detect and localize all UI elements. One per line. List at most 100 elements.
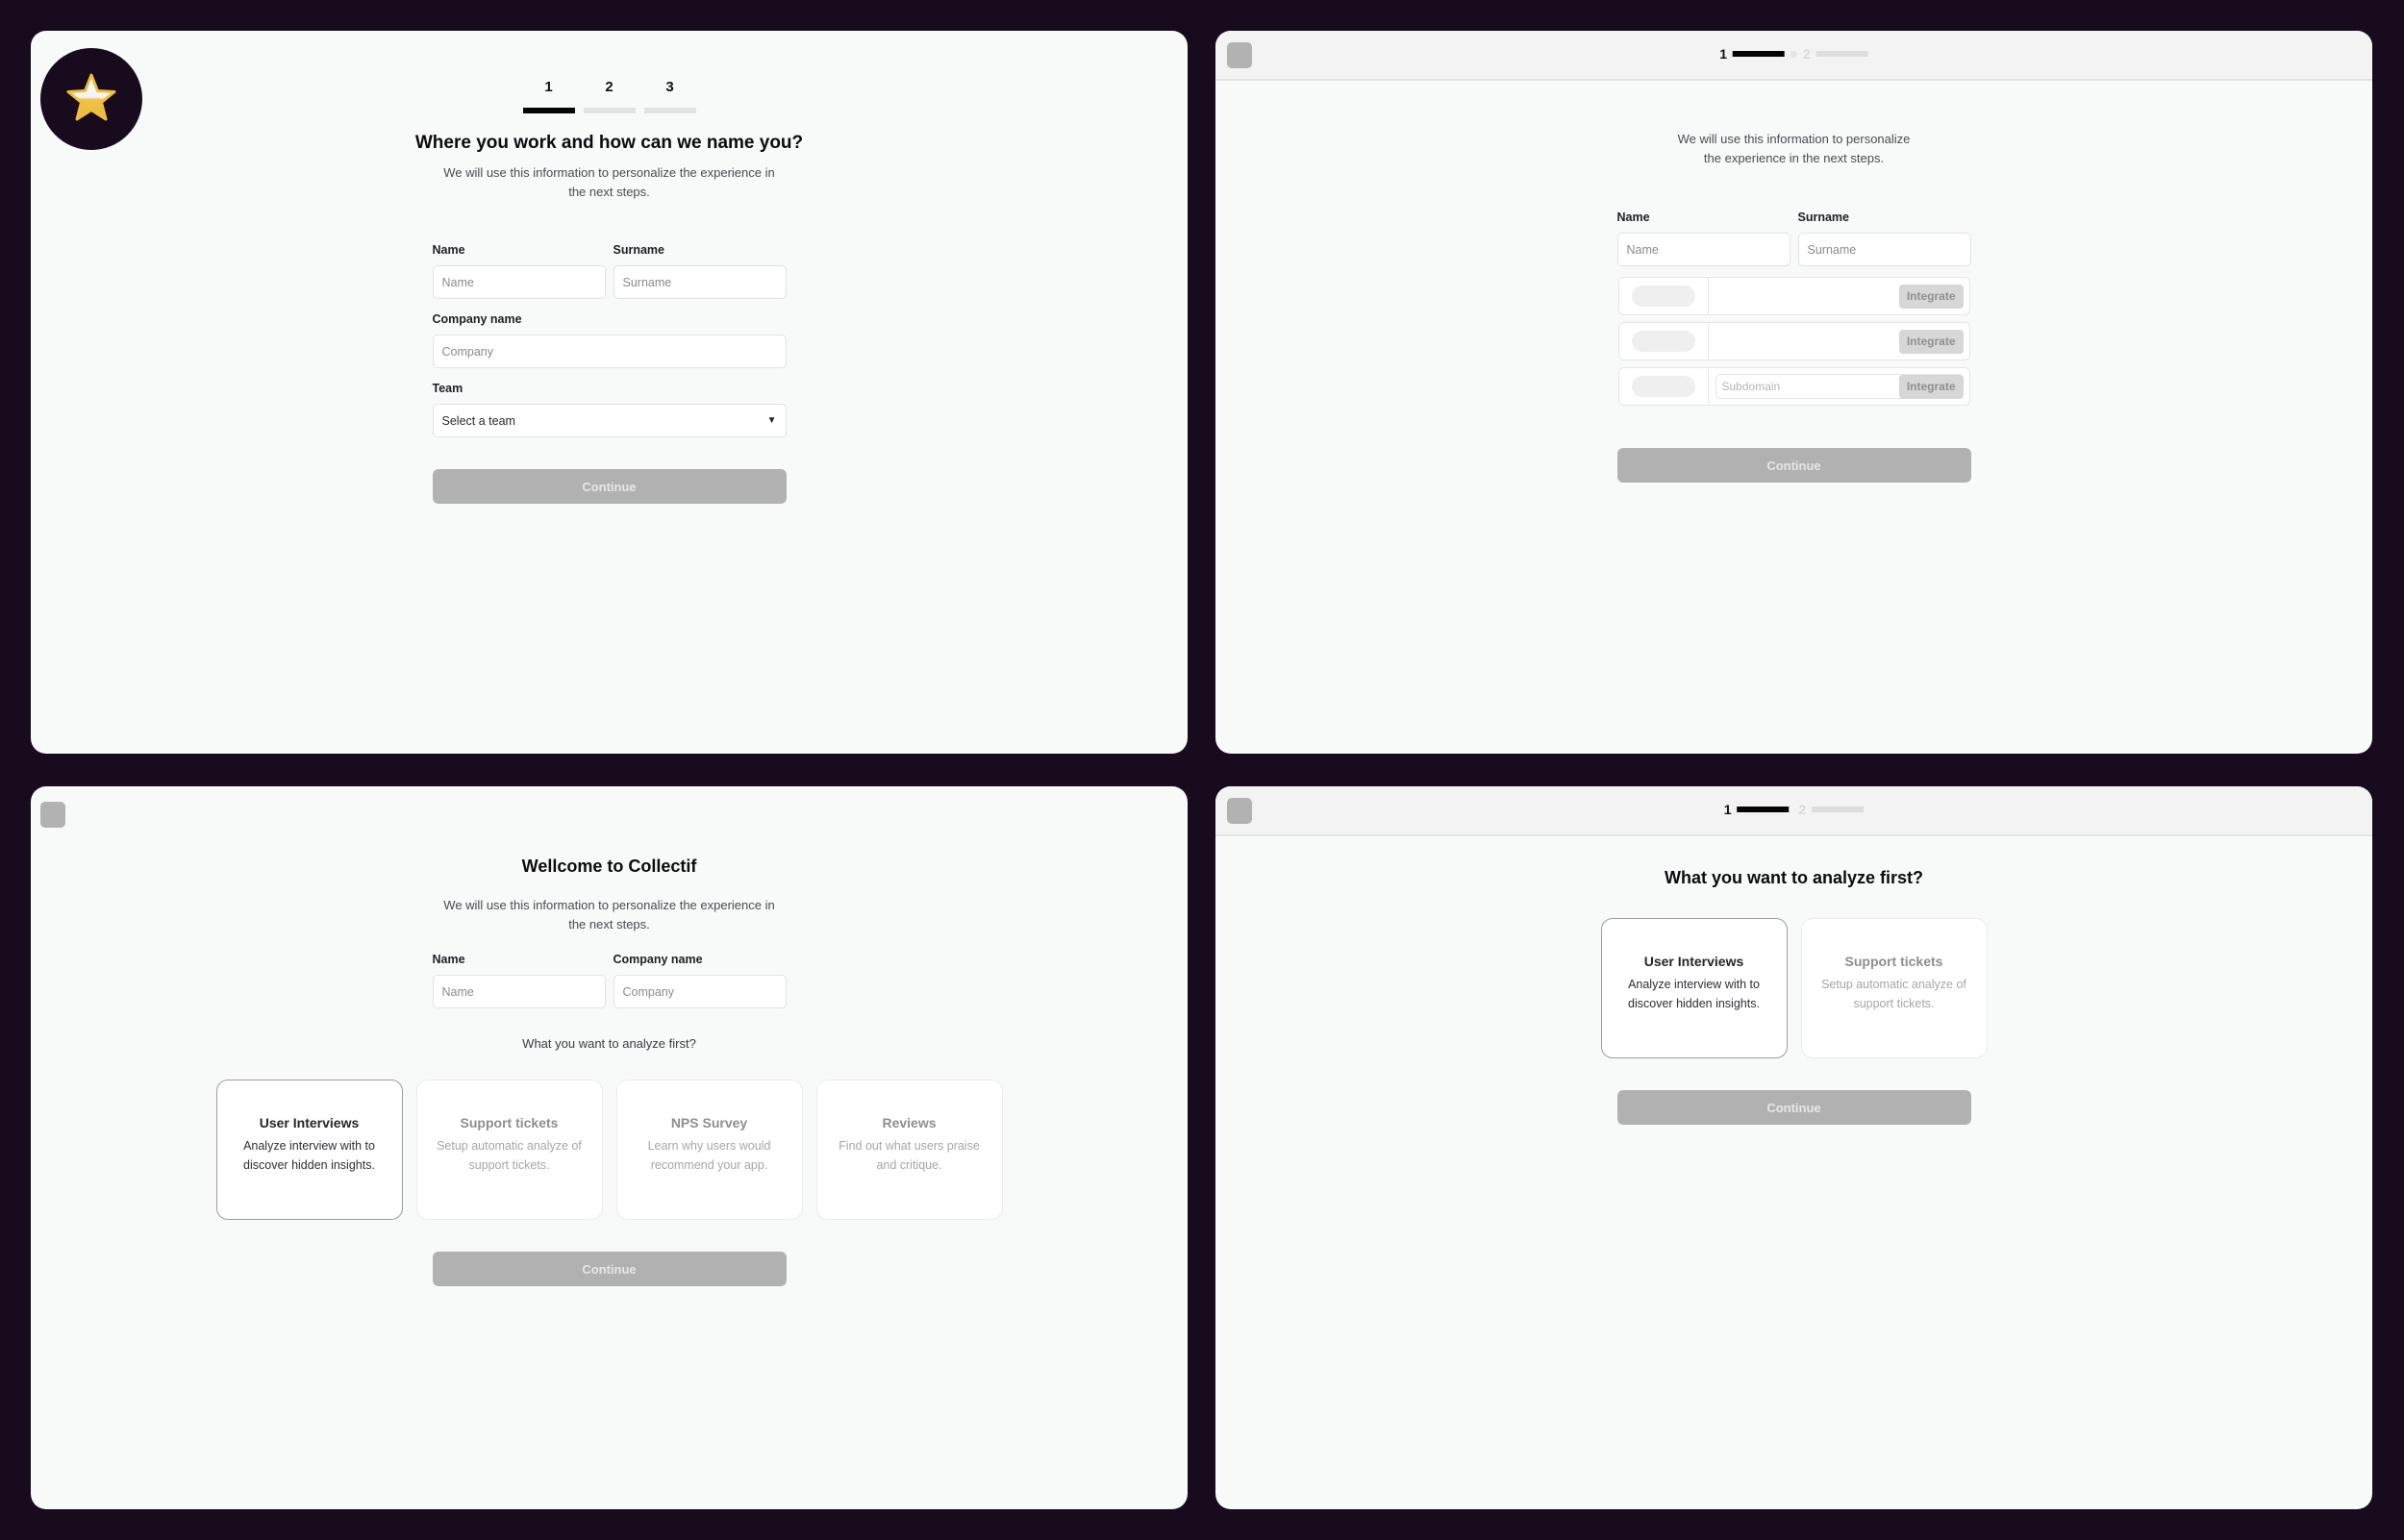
- chevron-down-icon: ▼: [766, 415, 777, 426]
- profile-form: Name Surname Company name Team Select a …: [432, 243, 787, 504]
- company-input[interactable]: [613, 975, 787, 1008]
- step-progress-bar: [522, 108, 575, 113]
- continue-button[interactable]: Continue: [1616, 448, 1971, 483]
- card-title: Support tickets: [1844, 954, 1943, 969]
- subtitle-line: We will use this information to personal…: [443, 898, 775, 912]
- stepper: 1 2 3: [522, 79, 696, 113]
- surname-input[interactable]: [1797, 233, 1971, 266]
- surname-input[interactable]: [613, 265, 787, 299]
- page-subtitle: We will use this information to personal…: [427, 163, 792, 202]
- option-card-support-tickets[interactable]: Support tickets Setup automatic analyze …: [1800, 918, 1988, 1058]
- option-card-support-tickets[interactable]: Support tickets Setup automatic analyze …: [415, 1080, 603, 1220]
- step-separator-dot: [1790, 50, 1797, 58]
- name-input[interactable]: [1616, 233, 1790, 266]
- team-label: Team: [432, 382, 463, 395]
- page-title: What you want to analyze first?: [1664, 868, 1924, 887]
- page-title: Wellcome to Collectif: [521, 857, 697, 876]
- card-description: Analyze interview with to discover hidden…: [243, 1139, 375, 1172]
- subtitle-line: the next steps.: [568, 185, 650, 199]
- integration-row: Integrate: [1617, 322, 1970, 360]
- company-label: Company name: [613, 953, 703, 966]
- continue-wrapper: Continue: [1616, 1090, 1971, 1125]
- step-2[interactable]: 2: [583, 79, 636, 113]
- option-card-reviews[interactable]: Reviews Find out what users praise and cr…: [815, 1080, 1003, 1220]
- integration-logo-placeholder: [1631, 331, 1695, 352]
- onboarding-screen-integrations: 1 2 We will use this information to pers…: [1215, 31, 2372, 754]
- surname-label: Surname: [1797, 211, 1850, 224]
- onboarding-screen-analyze: 1 2 What you want to analyze first? User…: [1215, 786, 2372, 1509]
- team-select-value: Select a team: [441, 413, 515, 428]
- step-number: 1: [1723, 802, 1732, 817]
- subtitle-line: the experience in the next steps.: [1703, 151, 1885, 165]
- step-progress-bar: [1816, 51, 1868, 57]
- card-title: User Interviews: [1643, 954, 1744, 969]
- card-description: Setup automatic analyze of support ticket…: [437, 1139, 582, 1172]
- continue-button[interactable]: Continue: [1616, 1090, 1971, 1125]
- option-card-user-interviews[interactable]: User Interviews Analyze interview with t…: [1600, 918, 1788, 1058]
- welcome-form: Name Company name: [432, 953, 787, 1008]
- card-description: Setup automatic analyze of support ticket…: [1821, 978, 1966, 1010]
- subtitle-line: the next steps.: [568, 917, 650, 931]
- step-number: 1: [1719, 46, 1727, 62]
- subtitle-line: We will use this information to personal…: [1677, 132, 1911, 146]
- onboarding-screen-welcome: Wellcome to Collectif We will use this i…: [31, 786, 1188, 1509]
- app-logo: [40, 48, 142, 150]
- company-label: Company name: [432, 312, 522, 326]
- integration-row: Subdomain Integrate: [1617, 367, 1970, 406]
- step-progress-bar: [1733, 51, 1785, 57]
- stepper: 1 2: [1724, 802, 1865, 817]
- continue-wrapper: Continue: [432, 1252, 787, 1286]
- integrations-form: Name Surname Integrate Integrate: [1616, 211, 1971, 483]
- integrate-button[interactable]: Integrate: [1898, 329, 1964, 354]
- step-progress-bar: [1737, 807, 1790, 812]
- page-subtitle: We will use this information to personal…: [1650, 130, 1939, 168]
- card-description: Find out what users praise and critique.: [839, 1139, 980, 1172]
- name-label: Name: [1616, 211, 1650, 224]
- name-label: Name: [432, 243, 465, 257]
- star-icon: [66, 73, 116, 121]
- back-button[interactable]: [40, 802, 65, 828]
- continue-button[interactable]: Continue: [432, 1252, 787, 1286]
- team-select[interactable]: Select a team ▼: [432, 404, 787, 437]
- integration-logo-placeholder: [1631, 376, 1695, 397]
- source-options: User Interviews Analyze interview with t…: [215, 1080, 1003, 1220]
- card-title: Reviews: [882, 1115, 937, 1130]
- card-title: NPS Survey: [670, 1115, 748, 1130]
- step-progress-bar: [583, 108, 636, 113]
- back-button[interactable]: [1227, 42, 1252, 68]
- card-description: Analyze interview with to discover hidden…: [1628, 978, 1760, 1010]
- step-1[interactable]: 1: [522, 79, 575, 113]
- step-number: 2: [605, 79, 614, 95]
- option-card-user-interviews[interactable]: User Interviews Analyze interview with t…: [215, 1080, 403, 1220]
- source-options: User Interviews Analyze interview with t…: [1600, 918, 1988, 1058]
- name-input[interactable]: [432, 975, 606, 1008]
- step-number: 3: [665, 79, 674, 95]
- integrate-button[interactable]: Integrate: [1898, 374, 1964, 399]
- integrate-button[interactable]: Integrate: [1898, 284, 1964, 309]
- integration-row: Integrate: [1617, 277, 1970, 315]
- continue-button[interactable]: Continue: [432, 469, 787, 504]
- name-input[interactable]: [432, 265, 606, 299]
- page-subtitle: We will use this information to personal…: [427, 896, 792, 934]
- integration-logo-placeholder: [1631, 286, 1695, 307]
- surname-label: Surname: [613, 243, 665, 257]
- card-title: User Interviews: [259, 1115, 360, 1130]
- top-bar: 1 2: [1215, 31, 2372, 81]
- analyze-question: What you want to analyze first?: [522, 1036, 696, 1051]
- page-title: Where you work and how can we name you?: [414, 133, 804, 153]
- step-number: 2: [1798, 802, 1807, 817]
- top-bar: 1 2: [1215, 786, 2372, 836]
- name-label: Name: [432, 953, 465, 966]
- company-input[interactable]: [432, 335, 787, 368]
- step-number: 1: [544, 79, 553, 95]
- step-number: 2: [1803, 46, 1811, 62]
- step-progress-bar: [1812, 807, 1865, 812]
- back-button[interactable]: [1227, 798, 1252, 824]
- step-progress-bar: [643, 108, 696, 113]
- option-card-nps-survey[interactable]: NPS Survey Learn why users would recommen…: [615, 1080, 803, 1220]
- step-3[interactable]: 3: [643, 79, 696, 113]
- subtitle-line: We will use this information to personal…: [443, 165, 775, 180]
- onboarding-screen-profile: 1 2 3 Where you work and how can we name…: [31, 31, 1188, 754]
- card-title: Support tickets: [460, 1115, 559, 1130]
- stepper: 1 2: [1719, 46, 1868, 62]
